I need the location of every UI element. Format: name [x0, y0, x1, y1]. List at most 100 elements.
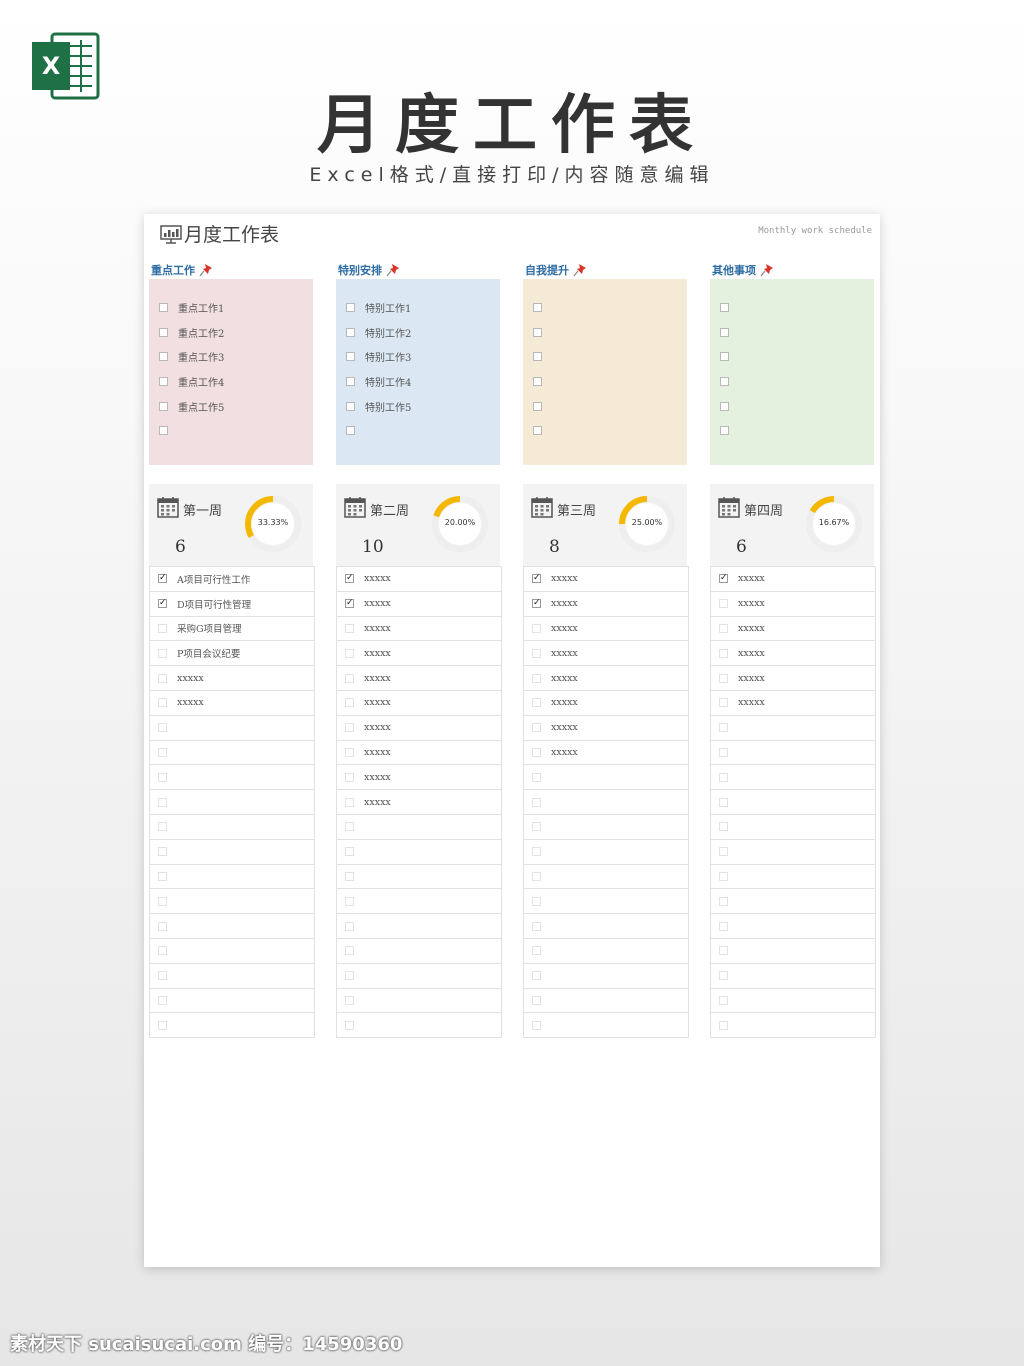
task-checkbox[interactable] — [345, 797, 354, 807]
task-checkbox[interactable] — [158, 673, 167, 683]
task-checkbox[interactable] — [345, 698, 354, 708]
task-checkbox[interactable] — [158, 995, 167, 1005]
checkbox[interactable] — [159, 302, 168, 312]
task-checkbox[interactable] — [158, 747, 167, 757]
task-checkbox[interactable] — [158, 1020, 167, 1030]
task-checkbox[interactable] — [345, 847, 354, 857]
checkbox[interactable] — [720, 401, 729, 411]
checkbox[interactable] — [346, 302, 355, 312]
task-checkbox[interactable] — [158, 946, 167, 956]
task-checkbox[interactable] — [719, 1020, 728, 1030]
task-checkbox[interactable] — [158, 723, 167, 733]
task-checkbox[interactable] — [719, 971, 728, 981]
task-checkbox[interactable] — [345, 971, 354, 981]
checkbox[interactable] — [159, 376, 168, 386]
task-checkbox[interactable] — [158, 822, 167, 832]
task-checkbox[interactable] — [532, 698, 541, 708]
task-checkbox[interactable] — [345, 896, 354, 906]
task-checkbox[interactable] — [532, 797, 541, 807]
task-checkbox[interactable] — [719, 723, 728, 733]
task-checkbox[interactable] — [719, 896, 728, 906]
checkbox[interactable] — [533, 376, 542, 386]
task-checkbox[interactable] — [532, 772, 541, 782]
task-checkbox[interactable] — [158, 648, 167, 658]
task-checkbox[interactable]: ✓ — [532, 574, 541, 584]
task-checkbox[interactable] — [532, 822, 541, 832]
task-checkbox[interactable]: ✓ — [158, 599, 167, 609]
checkbox[interactable] — [533, 327, 542, 337]
task-checkbox[interactable] — [719, 871, 728, 881]
task-checkbox[interactable] — [719, 599, 728, 609]
task-checkbox[interactable] — [719, 698, 728, 708]
task-checkbox[interactable] — [345, 921, 354, 931]
task-checkbox[interactable] — [719, 648, 728, 658]
task-checkbox[interactable] — [532, 971, 541, 981]
task-checkbox[interactable] — [532, 871, 541, 881]
task-checkbox[interactable] — [719, 946, 728, 956]
checkbox[interactable] — [720, 302, 729, 312]
task-checkbox[interactable] — [345, 723, 354, 733]
task-checkbox[interactable] — [158, 921, 167, 931]
task-checkbox[interactable] — [532, 747, 541, 757]
checkbox[interactable] — [346, 327, 355, 337]
task-checkbox[interactable]: ✓ — [345, 599, 354, 609]
task-checkbox[interactable]: ✓ — [345, 574, 354, 584]
task-checkbox[interactable] — [532, 673, 541, 683]
task-checkbox[interactable] — [345, 946, 354, 956]
task-checkbox[interactable] — [158, 896, 167, 906]
checkbox[interactable] — [720, 327, 729, 337]
task-checkbox[interactable] — [532, 623, 541, 633]
task-checkbox[interactable] — [345, 747, 354, 757]
task-checkbox[interactable] — [532, 921, 541, 931]
checkbox[interactable] — [720, 352, 729, 362]
task-checkbox[interactable] — [158, 871, 167, 881]
task-checkbox[interactable] — [345, 1020, 354, 1030]
task-checkbox[interactable] — [345, 673, 354, 683]
task-checkbox[interactable] — [532, 995, 541, 1005]
checkbox[interactable] — [533, 401, 542, 411]
task-checkbox[interactable] — [532, 896, 541, 906]
task-checkbox[interactable]: ✓ — [719, 574, 728, 584]
task-checkbox[interactable] — [532, 723, 541, 733]
task-checkbox[interactable] — [345, 871, 354, 881]
task-checkbox[interactable]: ✓ — [532, 599, 541, 609]
task-checkbox[interactable]: ✓ — [158, 574, 167, 584]
task-checkbox[interactable] — [532, 946, 541, 956]
checkbox[interactable] — [346, 426, 355, 436]
task-checkbox[interactable] — [532, 648, 541, 658]
task-checkbox[interactable] — [158, 698, 167, 708]
task-checkbox[interactable] — [719, 673, 728, 683]
task-checkbox[interactable] — [158, 623, 167, 633]
checkbox[interactable] — [159, 426, 168, 436]
task-checkbox[interactable] — [532, 847, 541, 857]
task-checkbox[interactable] — [719, 772, 728, 782]
task-checkbox[interactable] — [719, 822, 728, 832]
task-checkbox[interactable] — [345, 772, 354, 782]
task-checkbox[interactable] — [719, 797, 728, 807]
task-checkbox[interactable] — [158, 847, 167, 857]
task-checkbox[interactable] — [158, 772, 167, 782]
checkbox[interactable] — [346, 401, 355, 411]
task-checkbox[interactable] — [345, 623, 354, 633]
checkbox[interactable] — [720, 426, 729, 436]
checkbox[interactable] — [346, 352, 355, 362]
task-checkbox[interactable] — [719, 995, 728, 1005]
task-checkbox[interactable] — [719, 847, 728, 857]
task-checkbox[interactable] — [719, 623, 728, 633]
task-checkbox[interactable] — [719, 747, 728, 757]
task-checkbox[interactable] — [345, 822, 354, 832]
checkbox[interactable] — [533, 426, 542, 436]
checkbox[interactable] — [159, 401, 168, 411]
task-checkbox[interactable] — [158, 797, 167, 807]
task-checkbox[interactable] — [532, 1020, 541, 1030]
checkbox[interactable] — [159, 352, 168, 362]
task-checkbox[interactable] — [345, 648, 354, 658]
checkbox[interactable] — [720, 376, 729, 386]
checkbox[interactable] — [533, 352, 542, 362]
checkbox[interactable] — [346, 376, 355, 386]
task-checkbox[interactable] — [345, 995, 354, 1005]
task-checkbox[interactable] — [719, 921, 728, 931]
checkbox[interactable] — [533, 302, 542, 312]
task-checkbox[interactable] — [158, 971, 167, 981]
checkbox[interactable] — [159, 327, 168, 337]
